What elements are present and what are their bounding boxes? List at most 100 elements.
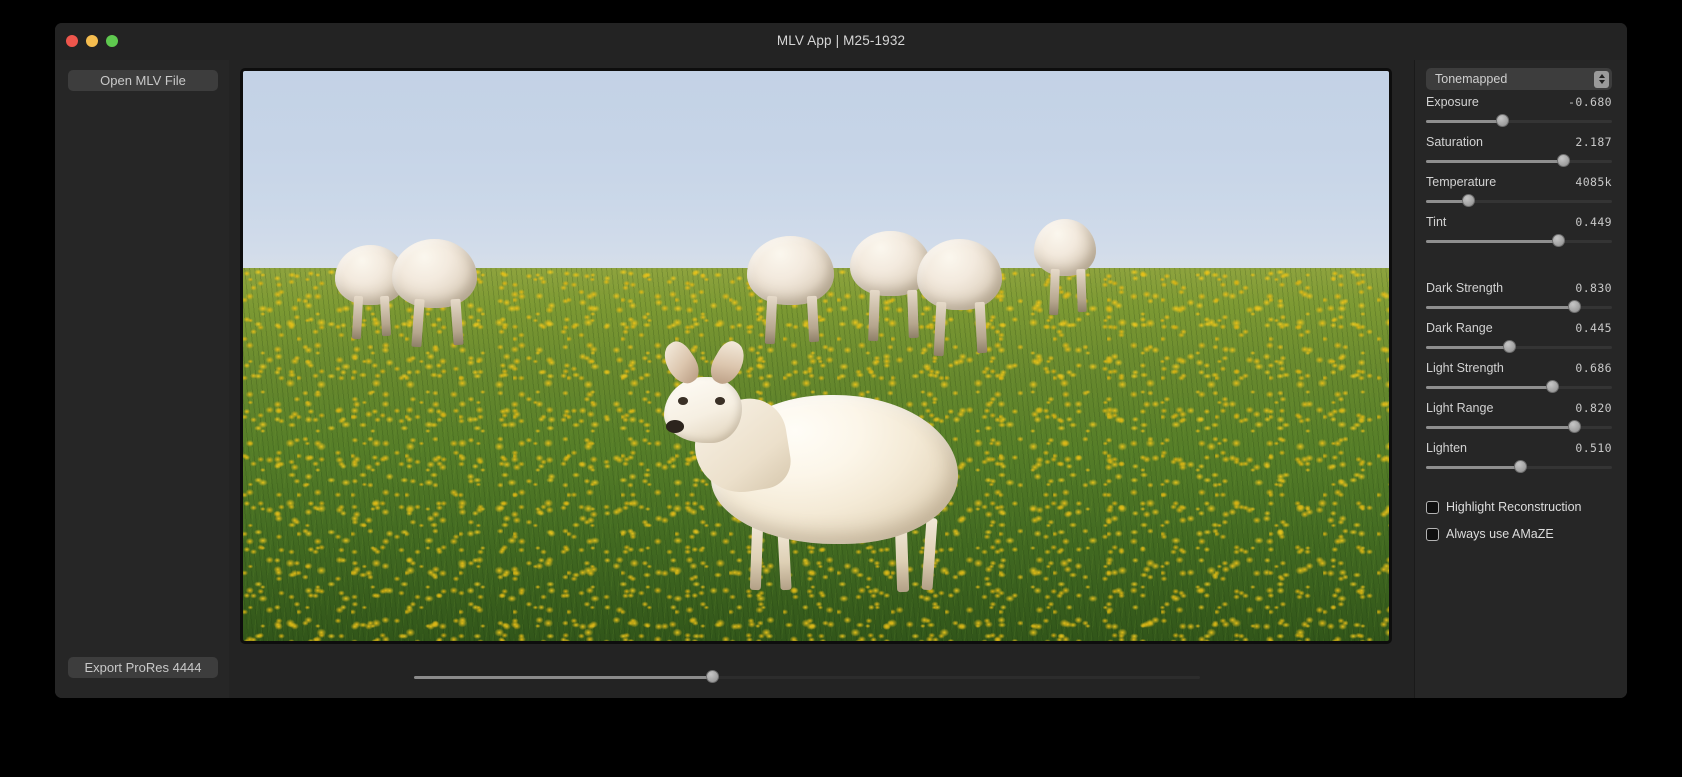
foreground-lamb (657, 333, 970, 593)
control-header: Tint 0.449 (1426, 214, 1612, 230)
checkbox-label: Always use AMaZE (1446, 527, 1554, 541)
checkbox-label: Highlight Reconstruction (1446, 500, 1582, 514)
control-header: Light Range 0.820 (1426, 400, 1612, 416)
slider-fill (1426, 159, 1564, 163)
lamb-head (664, 376, 742, 444)
timeline-row (403, 662, 1203, 684)
control-slider[interactable] (1426, 114, 1612, 128)
control-header: Dark Strength 0.830 (1426, 280, 1612, 296)
control-value: 0.510 (1575, 441, 1612, 455)
control-slider[interactable] (1426, 380, 1612, 394)
desktop-background: MLV App | M25-1932 Open MLV File Export … (0, 0, 1682, 777)
background-sheep (916, 239, 1002, 311)
window-body: Open MLV File Export ProRes 4444 Tonemap… (55, 60, 1627, 698)
control-value: -0.680 (1568, 95, 1612, 109)
control-slider[interactable] (1426, 194, 1612, 208)
processing-profile-value: Tonemapped (1435, 72, 1508, 86)
stepper-chevrons-icon[interactable] (1594, 70, 1609, 88)
control-label: Dark Range (1426, 321, 1493, 335)
timeline-fill (414, 676, 713, 679)
slider-fill (1426, 119, 1503, 123)
viewer-area (229, 60, 1415, 698)
window-title: MLV App | M25-1932 (776, 33, 906, 48)
control-row: Temperature 4085k (1426, 174, 1612, 208)
control-slider[interactable] (1426, 300, 1612, 314)
control-slider[interactable] (1426, 420, 1612, 434)
control-label: Saturation (1426, 135, 1483, 149)
slider-fill (1426, 425, 1575, 429)
control-row: Light Range 0.820 (1426, 400, 1612, 434)
video-still-image (243, 71, 1389, 641)
background-sheep (391, 239, 477, 308)
control-value: 0.830 (1575, 281, 1612, 295)
background-sheep-leg (1048, 269, 1060, 316)
right-settings-panel: Tonemapped Exposure -0.680 Saturation 2.187… (1414, 60, 1627, 698)
control-slider[interactable] (1426, 154, 1612, 168)
slider-fill (1426, 305, 1575, 309)
control-row: Dark Strength 0.830 (1426, 280, 1612, 314)
application-window: MLV App | M25-1932 Open MLV File Export … (55, 23, 1627, 698)
control-row: Exposure -0.680 (1426, 94, 1612, 128)
control-slider[interactable] (1426, 340, 1612, 354)
timeline-knob[interactable] (706, 670, 720, 683)
background-sheep (747, 236, 835, 305)
control-header: Lighten 0.510 (1426, 440, 1612, 456)
control-row: Dark Range 0.445 (1426, 320, 1612, 354)
left-sidebar: Open MLV File Export ProRes 4444 (55, 60, 230, 698)
background-sheep (1033, 219, 1096, 277)
control-value: 0.445 (1575, 321, 1612, 335)
control-header: Temperature 4085k (1426, 174, 1612, 190)
checkbox-row[interactable]: Highlight Reconstruction (1426, 500, 1582, 514)
slider-fill (1426, 385, 1553, 389)
background-sheep-leg (906, 290, 919, 340)
chevron-up-icon (1598, 74, 1605, 78)
slider-knob[interactable] (1551, 234, 1565, 247)
slider-knob[interactable] (1514, 460, 1528, 473)
slider-knob[interactable] (1568, 300, 1582, 313)
control-label: Tint (1426, 215, 1447, 229)
checkbox-icon[interactable] (1426, 500, 1439, 514)
control-label: Temperature (1426, 175, 1497, 189)
export-prores-button[interactable]: Export ProRes 4444 (68, 657, 218, 678)
title-bar: MLV App | M25-1932 (55, 23, 1627, 60)
control-row: Light Strength 0.686 (1426, 360, 1612, 394)
control-value: 0.820 (1575, 401, 1612, 415)
control-label: Light Strength (1426, 361, 1504, 375)
slider-fill (1426, 345, 1510, 349)
control-header: Dark Range 0.445 (1426, 320, 1612, 336)
open-mlv-file-button[interactable]: Open MLV File (68, 70, 218, 91)
slider-knob[interactable] (1568, 420, 1582, 433)
control-value: 2.187 (1575, 135, 1612, 149)
control-row: Tint 0.449 (1426, 214, 1612, 248)
control-row: Lighten 0.510 (1426, 440, 1612, 474)
slider-knob[interactable] (1545, 380, 1559, 393)
slider-knob[interactable] (1462, 194, 1476, 207)
slider-fill (1426, 465, 1521, 469)
control-label: Lighten (1426, 441, 1468, 455)
checkbox-row[interactable]: Always use AMaZE (1426, 527, 1554, 541)
control-value: 0.449 (1575, 215, 1612, 229)
control-slider[interactable] (1426, 460, 1612, 474)
control-header: Exposure -0.680 (1426, 94, 1612, 110)
slider-knob[interactable] (1503, 340, 1517, 353)
video-preview-frame[interactable] (240, 68, 1392, 644)
control-label: Exposure (1426, 95, 1479, 109)
slider-knob[interactable] (1495, 114, 1509, 127)
control-slider[interactable] (1426, 234, 1612, 248)
processing-profile-select[interactable]: Tonemapped (1426, 68, 1612, 90)
lamb-leg (749, 522, 764, 590)
slider-fill (1426, 239, 1559, 243)
checkbox-icon[interactable] (1426, 527, 1439, 541)
control-value: 0.686 (1575, 361, 1612, 375)
timeline-scrubber[interactable] (414, 670, 1200, 683)
control-header: Light Strength 0.686 (1426, 360, 1612, 376)
control-row: Saturation 2.187 (1426, 134, 1612, 168)
lamb-leg (921, 517, 938, 590)
slider-knob[interactable] (1557, 154, 1571, 167)
control-header: Saturation 2.187 (1426, 134, 1612, 150)
control-label: Light Range (1426, 401, 1494, 415)
control-value: 4085k (1575, 175, 1612, 189)
chevron-down-icon (1598, 80, 1605, 84)
control-label: Dark Strength (1426, 281, 1504, 295)
background-sheep-leg (379, 295, 391, 337)
